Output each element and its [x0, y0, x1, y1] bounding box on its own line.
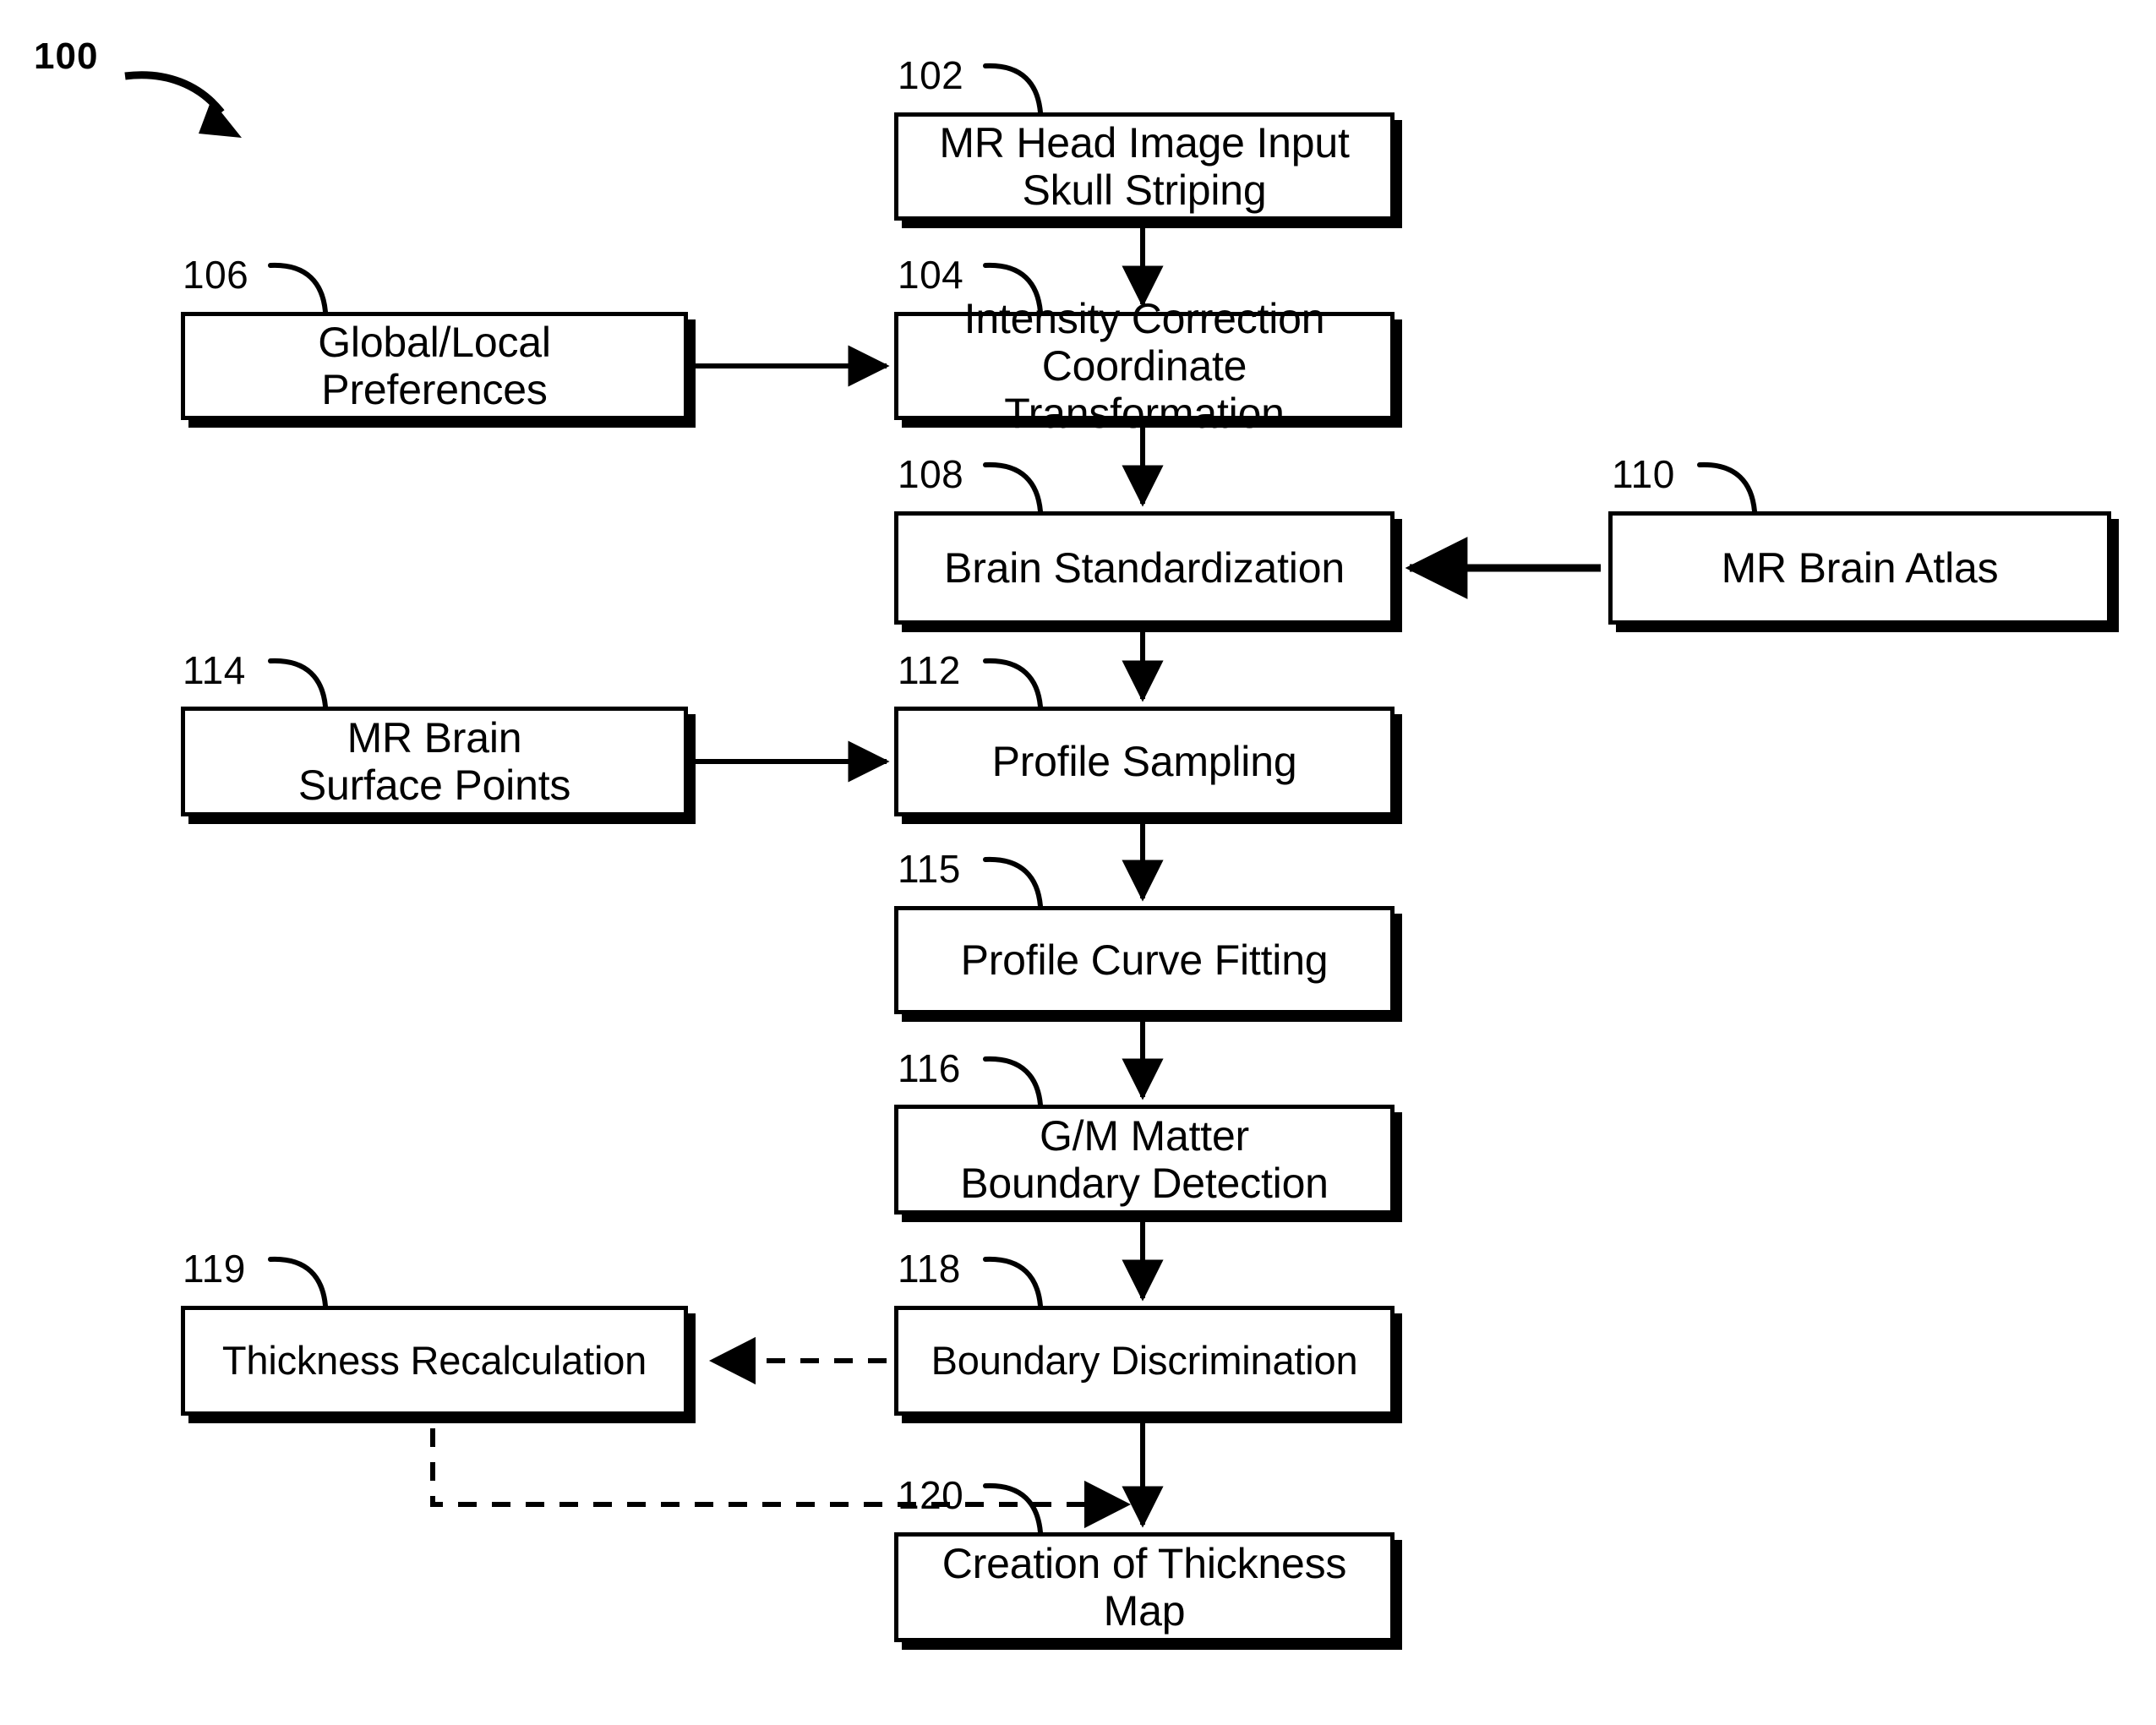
node-box-112[interactable]: Profile Sampling [894, 707, 1395, 816]
ref-numeral-118: 118 [898, 1247, 961, 1291]
node-box-102[interactable]: MR Head Image Input Skull Striping [894, 112, 1395, 221]
ref-numeral-102: 102 [898, 53, 964, 97]
ref-numeral-108: 108 [898, 452, 964, 496]
node-box-106[interactable]: Global/Local Preferences [181, 312, 688, 420]
node-box-115[interactable]: Profile Curve Fitting [894, 906, 1395, 1014]
node-label-120: Creation of Thickness Map [942, 1540, 1347, 1635]
node-label-116: G/M Matter Boundary Detection [960, 1112, 1329, 1207]
node-box-116[interactable]: G/M Matter Boundary Detection [894, 1105, 1395, 1215]
ref-numeral-120: 120 [898, 1473, 964, 1517]
ref-numeral-114: 114 [183, 648, 246, 692]
ref-numeral-104: 104 [898, 253, 964, 297]
ref-numeral-106: 106 [183, 253, 249, 297]
node-box-119[interactable]: Thickness Recalculation [181, 1306, 688, 1416]
node-label-108: Brain Standardization [944, 544, 1345, 592]
figure-canvas: 100 MR Head Image Input Skull Striping I… [0, 0, 2156, 1725]
node-label-118: Boundary Discrimination [931, 1337, 1358, 1383]
ref-numeral-116: 116 [898, 1046, 961, 1090]
ref-numeral-110: 110 [1612, 452, 1675, 496]
node-label-114: MR Brain Surface Points [297, 714, 571, 809]
node-label-112: Profile Sampling [991, 738, 1297, 785]
node-label-110: MR Brain Atlas [1721, 544, 1999, 592]
ref-leader-layer [268, 63, 1757, 1535]
figure-number: 100 [34, 35, 99, 77]
node-label-104: Intensity Correction Coordinate Transfor… [963, 295, 1325, 437]
node-label-119: Thickness Recalculation [221, 1337, 647, 1383]
node-box-114[interactable]: MR Brain Surface Points [181, 707, 688, 816]
ref-numeral-115: 115 [898, 847, 961, 891]
node-box-110[interactable]: MR Brain Atlas [1608, 511, 2111, 625]
node-label-102: MR Head Image Input Skull Striping [939, 119, 1350, 214]
ref-numeral-112: 112 [898, 648, 961, 692]
node-box-118[interactable]: Boundary Discrimination [894, 1306, 1395, 1416]
node-box-104[interactable]: Intensity Correction Coordinate Transfor… [894, 295, 1395, 437]
ref-numeral-119: 119 [183, 1247, 246, 1291]
connector-layer [124, 71, 1601, 1529]
node-box-108[interactable]: Brain Standardization [894, 511, 1395, 625]
node-box-120[interactable]: Creation of Thickness Map [894, 1532, 1395, 1642]
node-label-115: Profile Curve Fitting [960, 936, 1329, 984]
node-label-106: Global/Local Preferences [318, 319, 551, 413]
